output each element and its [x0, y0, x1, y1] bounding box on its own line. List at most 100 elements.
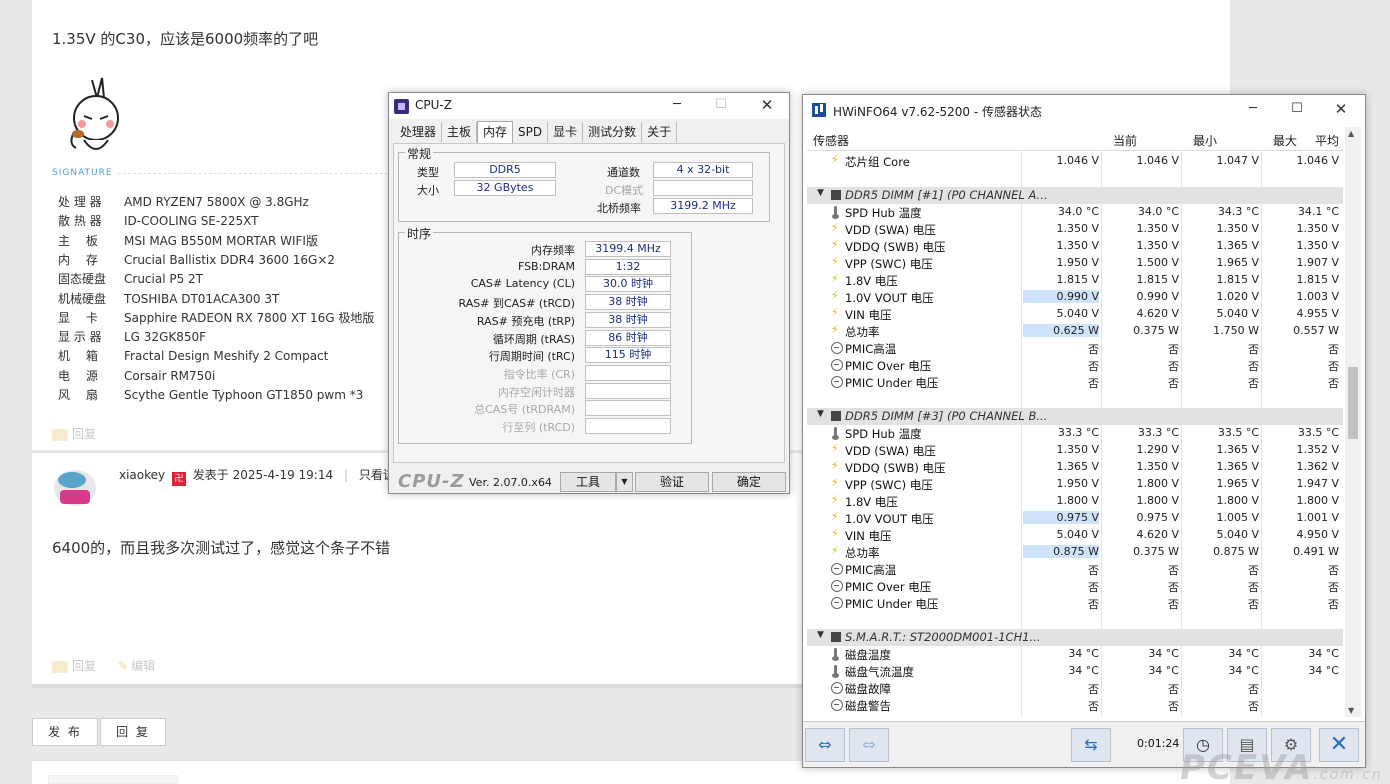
- sensor-row[interactable]: 磁盘故障 否 否 否: [807, 680, 1343, 697]
- value-max: 1.365 V: [1216, 443, 1259, 456]
- sensor-row[interactable]: SPD Hub 温度 33.3 °C 33.3 °C 33.5 °C 33.5 °C: [807, 425, 1343, 442]
- sensor-row[interactable]: 总功率 0.875 W 0.375 W 0.875 W 0.491 W: [807, 544, 1343, 561]
- tools-button[interactable]: 工具: [560, 472, 616, 492]
- sensor-name: 磁盘故障: [845, 682, 891, 696]
- value-cur: 5.040 V: [1056, 307, 1099, 320]
- sensor-group-row[interactable]: ▼ S.M.A.R.T.: ST2000DM001-1CH1...: [807, 629, 1343, 646]
- elapsed-timer: 0:01:24: [1137, 737, 1180, 750]
- sensor-row[interactable]: VIN 电压 5.040 V 4.620 V 5.040 V 4.955 V: [807, 306, 1343, 323]
- sensor-row[interactable]: VPP (SWC) 电压 1.950 V 1.800 V 1.965 V 1.947 V: [807, 476, 1343, 493]
- cpuz-window[interactable]: CPU-Z ─ ☐ ✕ 处理器 主板 内存 SPD 显卡 测试分数 关于 常规 类型 DDR…: [388, 92, 790, 494]
- reply-link-1[interactable]: 回复: [52, 425, 96, 442]
- tab-3[interactable]: SPD: [513, 122, 549, 142]
- vertical-scrollbar[interactable]: ▲ ▼: [1345, 127, 1361, 717]
- col-avg[interactable]: 平均: [1313, 132, 1339, 149]
- col-min[interactable]: 最小: [1153, 132, 1217, 149]
- tab-0[interactable]: 处理器: [395, 122, 443, 142]
- scroll-up-icon[interactable]: ▲: [1348, 129, 1354, 138]
- sensor-row[interactable]: 1.0V VOUT 电压 0.990 V 0.990 V 1.020 V 1.003 V: [807, 289, 1343, 306]
- ok-button[interactable]: 确定: [712, 472, 786, 492]
- timing-value: 38 时钟: [585, 294, 671, 311]
- size-value: 32 GBytes: [454, 180, 556, 196]
- sensor-row[interactable]: 芯片组 Core 1.046 V 1.046 V 1.047 V 1.046 V: [807, 153, 1343, 170]
- sensor-row[interactable]: PMIC高温 否 否 否 否: [807, 561, 1343, 578]
- close-button[interactable]: ✕: [745, 93, 789, 119]
- sensor-row[interactable]: PMIC高温 否 否 否 否: [807, 340, 1343, 357]
- collapse-icon[interactable]: ▼: [817, 409, 824, 419]
- sensor-row[interactable]: 磁盘气流温度 34 °C 34 °C 34 °C 34 °C: [807, 663, 1343, 680]
- sensor-row[interactable]: PMIC Over 电压 否 否 否 否: [807, 357, 1343, 374]
- sensor-row[interactable]: 磁盘温度 34 °C 34 °C 34 °C 34 °C: [807, 646, 1343, 663]
- sensor-row[interactable]: PMIC Under 电压 否 否 否 否: [807, 595, 1343, 612]
- scroll-thumb[interactable]: [1348, 367, 1358, 439]
- timings-title: 时序: [405, 225, 434, 242]
- sensor-row[interactable]: 1.8V 电压 1.815 V 1.815 V 1.815 V 1.815 V: [807, 272, 1343, 289]
- thermometer-icon: [831, 206, 841, 219]
- cpuz-logo: CPU-Z: [398, 471, 465, 492]
- spec-row: 固态硬盘 Crucial P5 2T: [58, 270, 203, 289]
- validate-button[interactable]: 验证: [635, 472, 709, 492]
- collapse-icon[interactable]: ▼: [817, 188, 824, 198]
- value-max: 否: [1248, 700, 1259, 713]
- value-max: 1.965 V: [1216, 477, 1259, 490]
- hwinfo-window[interactable]: HWiNFO64 v7.62-5200 - 传感器状态 ─ ☐ ✕ 传感器 当前…: [802, 94, 1366, 768]
- value-cur: 1.950 V: [1056, 256, 1099, 269]
- double-arrow-icon[interactable]: ⇔: [805, 728, 845, 762]
- sensor-row[interactable]: VPP (SWC) 电压 1.950 V 1.500 V 1.965 V 1.907 V: [807, 255, 1343, 272]
- maximize-button[interactable]: ☐: [1275, 95, 1319, 125]
- status-icon: [831, 359, 843, 371]
- sensor-group-row[interactable]: ▼ DDR5 DIMM [#1] (P0 CHANNEL A...: [807, 187, 1343, 204]
- col-max[interactable]: 最大: [1233, 132, 1297, 149]
- maximize-button[interactable]: ☐: [699, 93, 743, 119]
- value-avg: 1.046 V: [1296, 154, 1339, 167]
- poster-name[interactable]: xiaokey: [119, 468, 165, 482]
- col-current[interactable]: 当前: [1073, 132, 1137, 149]
- tab-5[interactable]: 测试分数: [583, 122, 643, 142]
- edit-link[interactable]: ✎ 编辑: [118, 657, 155, 674]
- value-cur: 1.350 V: [1056, 443, 1099, 456]
- channels-value: 4 x 32-bit: [653, 162, 753, 178]
- spec-row: 内 存 Crucial Ballistix DDR4 3600 16G×2: [58, 251, 335, 270]
- post-date: 发表于 2025-4-19 19:14: [192, 468, 334, 482]
- hwinfo-title: HWiNFO64 v7.62-5200 - 传感器状态: [833, 105, 1043, 119]
- cpuz-titlebar[interactable]: CPU-Z ─ ☐ ✕: [389, 93, 789, 119]
- sensor-row[interactable]: 1.0V VOUT 电压 0.975 V 0.975 V 1.005 V 1.001 V: [807, 510, 1343, 527]
- minimize-button[interactable]: ─: [655, 93, 699, 119]
- poster-badge-icon: 卍: [171, 472, 186, 486]
- sensor-row[interactable]: 磁盘警告 否 否 否: [807, 697, 1343, 714]
- tab-6[interactable]: 关于: [642, 122, 678, 142]
- sensor-row[interactable]: VDD (SWA) 电压 1.350 V 1.290 V 1.365 V 1.352 V: [807, 442, 1343, 459]
- sensor-row[interactable]: VIN 电压 5.040 V 4.620 V 5.040 V 4.950 V: [807, 527, 1343, 544]
- double-arrow-icon-2[interactable]: ⇔: [849, 728, 889, 762]
- value-max: 5.040 V: [1216, 307, 1259, 320]
- sensor-row[interactable]: PMIC Under 电压 否 否 否 否: [807, 374, 1343, 391]
- sensor-row[interactable]: 1.8V 电压 1.800 V 1.800 V 1.800 V 1.800 V: [807, 493, 1343, 510]
- sensor-row[interactable]: VDD (SWA) 电压 1.350 V 1.350 V 1.350 V 1.350 V: [807, 221, 1343, 238]
- spec-value: Fractal Design Meshify 2 Compact: [124, 349, 329, 364]
- sensor-row[interactable]: SPD Hub 温度 34.0 °C 34.0 °C 34.3 °C 34.1 °C: [807, 204, 1343, 221]
- minimize-button[interactable]: ─: [1231, 95, 1275, 125]
- poster-avatar[interactable]: [52, 468, 98, 510]
- hwinfo-titlebar[interactable]: HWiNFO64 v7.62-5200 - 传感器状态 ─ ☐ ✕: [803, 95, 1365, 125]
- sensor-row[interactable]: 总功率 0.625 W 0.375 W 1.750 W 0.557 W: [807, 323, 1343, 340]
- tab-4[interactable]: 显卡: [548, 122, 584, 142]
- collapse-icon[interactable]: ▼: [817, 630, 824, 640]
- tab-2[interactable]: 内存: [477, 121, 514, 143]
- sensor-group-row[interactable]: ▼ DDR5 DIMM [#3] (P0 CHANNEL B...: [807, 408, 1343, 425]
- publish-button[interactable]: 发 布: [32, 718, 98, 746]
- col-sensor[interactable]: 传感器: [813, 132, 849, 149]
- sensor-row[interactable]: VDDQ (SWB) 电压 1.365 V 1.350 V 1.365 V 1.362 …: [807, 459, 1343, 476]
- reply-link-2[interactable]: 回复: [52, 657, 96, 674]
- value-min: 0.975 V: [1136, 511, 1179, 524]
- sensor-row[interactable]: PMIC Over 电压 否 否 否 否: [807, 578, 1343, 595]
- network-icon[interactable]: ⇆: [1071, 728, 1111, 762]
- sensor-row[interactable]: VDDQ (SWB) 电压 1.350 V 1.350 V 1.365 V 1.350 …: [807, 238, 1343, 255]
- close-button[interactable]: ✕: [1319, 95, 1363, 125]
- tab-1[interactable]: 主板: [442, 122, 478, 142]
- value-min: 否: [1168, 683, 1179, 696]
- tools-dropdown-icon[interactable]: ▼: [616, 472, 633, 492]
- spec-value: Sapphire RADEON RX 7800 XT 16G 极地版: [124, 310, 375, 325]
- reply-button[interactable]: 回 复: [100, 718, 166, 746]
- timing-label: RAS# 预充电 (tRP): [476, 314, 575, 328]
- scroll-down-icon[interactable]: ▼: [1348, 706, 1354, 715]
